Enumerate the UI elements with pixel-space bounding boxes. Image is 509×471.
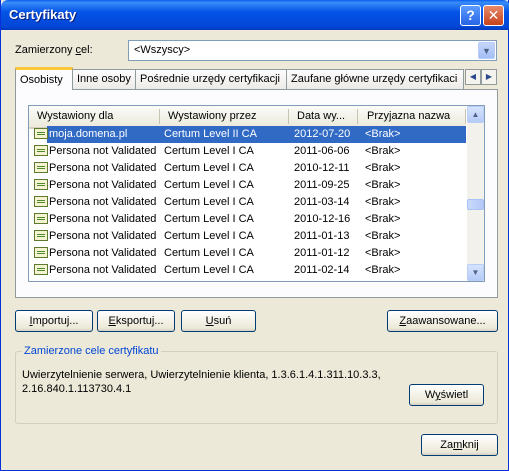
certificate-icon — [34, 162, 48, 173]
close-button[interactable]: Zamknij — [421, 434, 498, 456]
certificates-dialog: Certyfikaty ? ✕ Zamierzony cel: <Wszyscy… — [0, 0, 509, 471]
intended-purposes-title: Zamierzone cele certyfikatu — [22, 345, 161, 357]
export-button[interactable]: Eksportuj... — [97, 310, 175, 332]
certificate-icon — [34, 247, 48, 258]
help-button[interactable]: ? — [460, 5, 481, 26]
view-button[interactable]: Wyświetl — [409, 384, 484, 406]
intended-purpose-label: Zamierzony cel: — [15, 44, 93, 56]
remove-button[interactable]: Usuń — [181, 310, 256, 332]
certificate-row[interactable]: Persona not Validated Certum Level I CA … — [29, 262, 466, 279]
close-window-button[interactable]: ✕ — [483, 5, 504, 26]
tab-personal[interactable]: Osobisty — [15, 67, 73, 90]
certificate-icon — [34, 128, 48, 139]
certificate-row[interactable]: Persona not Validated Certum Level I CA … — [29, 177, 466, 194]
close-icon: ✕ — [487, 7, 500, 23]
certificate-icon — [34, 264, 48, 275]
certificate-row[interactable]: Persona not Validated Certum Level I CA … — [29, 143, 466, 160]
certificate-icon — [34, 213, 48, 224]
tab-other-people[interactable]: Inne osoby — [72, 69, 136, 89]
certificate-row[interactable]: Persona not Validated Certum Level I CA … — [29, 160, 466, 177]
advanced-button[interactable]: Zaawansowane... — [387, 310, 498, 332]
certificate-row[interactable]: Persona not Validated Certum Level I CA … — [29, 228, 466, 245]
tab-scroll-left-icon[interactable]: ◀ — [465, 69, 481, 85]
scroll-thumb[interactable] — [467, 199, 484, 210]
question-icon: ? — [466, 7, 475, 23]
window-title: Certyfikaty — [9, 7, 77, 22]
column-issued-by[interactable]: Wystawiony przez — [168, 110, 257, 122]
certificate-row[interactable]: moja.domena.pl Certum Level II CA 2012-0… — [29, 126, 466, 143]
title-bar[interactable]: Certyfikaty ? ✕ — [1, 0, 509, 30]
certificate-row[interactable]: Persona not Validated Certum Level I CA … — [29, 245, 466, 262]
intended-purpose-value: <Wszyscy> — [134, 44, 191, 56]
tab-trusted-root-ca[interactable]: Zaufane główne urzędy certyfikaci — [286, 69, 464, 89]
certificate-row[interactable]: Persona not Validated Certum Level I CA … — [29, 194, 466, 211]
certificate-icon — [34, 196, 48, 207]
import-button[interactable]: Importuj... — [15, 310, 93, 332]
column-friendly-name[interactable]: Przyjazna nazwa — [367, 110, 450, 122]
certificate-list[interactable]: Wystawiony dla Wystawiony przez Data wy.… — [28, 105, 485, 282]
scroll-down-icon[interactable]: ▼ — [467, 264, 484, 281]
certificate-icon — [34, 230, 48, 241]
column-issued-to[interactable]: Wystawiony dla — [37, 110, 113, 122]
intended-purposes-text: Uwierzytelnienie serwera, Uwierzytelnien… — [22, 369, 381, 395]
tab-scroll-right-icon[interactable]: ▶ — [481, 69, 497, 85]
certificate-row[interactable]: Persona not Validated Certum Level I CA … — [29, 211, 466, 228]
vertical-scrollbar[interactable]: ▲ ▼ — [467, 106, 484, 281]
column-expiration-date[interactable]: Data wy... — [297, 110, 345, 122]
scroll-up-icon[interactable]: ▲ — [467, 106, 484, 123]
certificate-icon — [34, 145, 48, 156]
certificate-icon — [34, 179, 48, 190]
tab-intermediate-ca[interactable]: Pośrednie urzędy certyfikacji — [135, 69, 287, 89]
intended-purpose-select[interactable]: <Wszyscy> ▼ — [128, 40, 497, 61]
chevron-down-icon[interactable]: ▼ — [478, 42, 495, 59]
